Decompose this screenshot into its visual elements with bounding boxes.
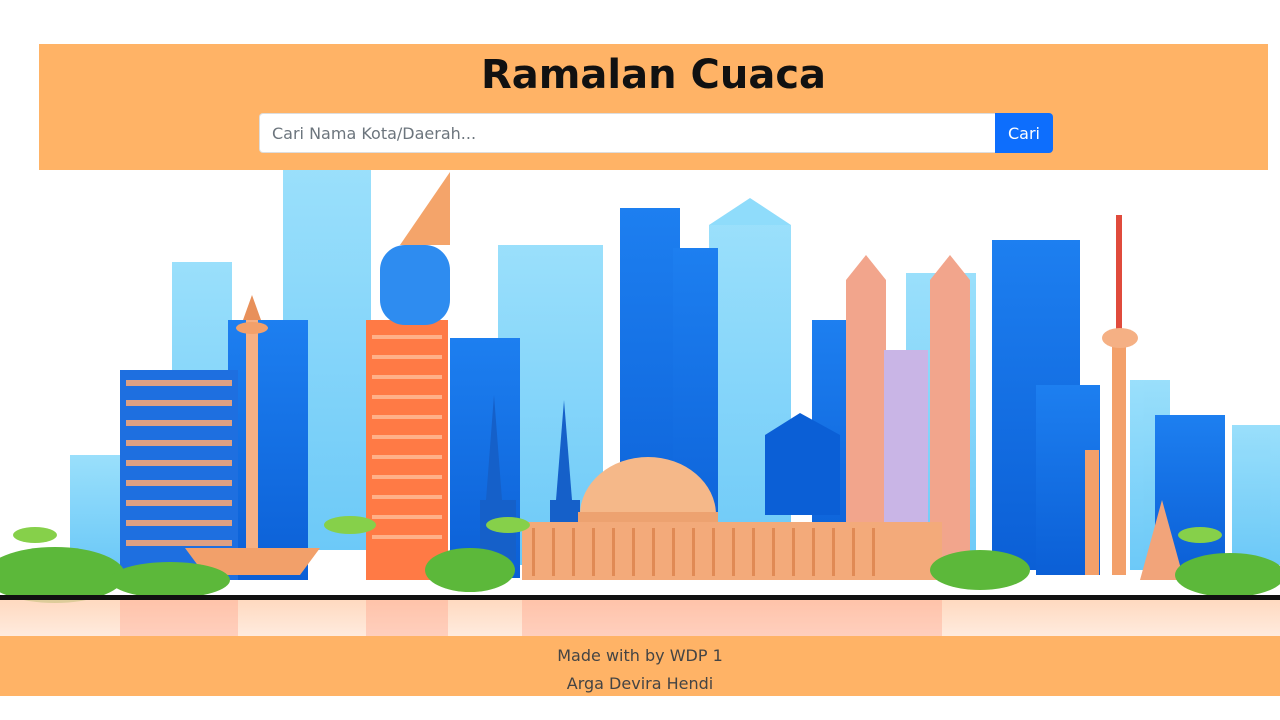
header-banner: Ramalan Cuaca Cari — [39, 44, 1268, 170]
page-title: Ramalan Cuaca — [480, 52, 827, 98]
footer: Made with by WDP 1 Arga Devira Hendi — [0, 636, 1280, 696]
search-button[interactable]: Cari — [995, 113, 1053, 153]
footer-authors: Arga Devira Hendi — [566, 674, 714, 693]
search-bar: Cari — [259, 113, 1053, 153]
search-input[interactable] — [259, 113, 995, 153]
footer-credit: Made with by WDP 1 — [557, 646, 723, 665]
city-skyline-illustration — [0, 170, 1280, 636]
